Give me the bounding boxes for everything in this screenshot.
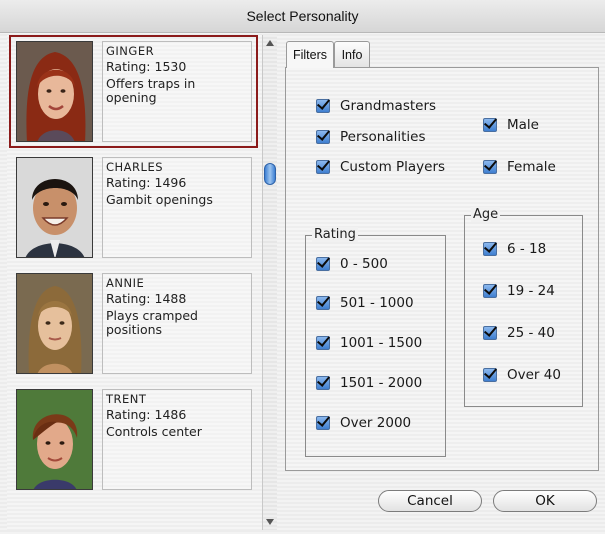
player-list: GINGER Rating: 1530 Offers traps in open… [7,35,262,530]
checkbox-checked-icon[interactable] [316,99,330,113]
player-rating: Rating: 1486 [106,407,187,422]
player-rating: Rating: 1496 [106,175,187,190]
checkbox-label: Over 40 [507,367,561,383]
player-photo [16,41,93,142]
player-description: Plays cramped positions [106,308,198,337]
filter-grandmasters[interactable]: Grandmasters [316,98,436,114]
player-card-trent[interactable]: TRENT Rating: 1486 Controls center [7,383,262,497]
checkbox-checked-icon[interactable] [316,160,330,174]
rating-group-label: Rating [312,227,358,242]
player-photo [16,157,93,258]
player-rating: Rating: 1530 [106,59,187,74]
player-card-charles[interactable]: CHARLES Rating: 1496 Gambit openings [7,151,262,265]
player-description: Controls center [106,424,202,439]
tab-info-label: Info [341,47,363,62]
checkbox-label: Female [507,159,556,175]
player-photo [16,389,93,490]
rating-groupbox: Rating 0 - 500 501 - 1000 1001 - 1500 15… [305,227,446,457]
filter-rating-1001-1500[interactable]: 1001 - 1500 [316,335,422,351]
tab-filters-label: Filters [292,48,328,62]
checkbox-checked-icon[interactable] [316,376,330,390]
checkbox-checked-icon[interactable] [316,336,330,350]
player-description: Offers traps in opening [106,76,196,105]
checkbox-label: 501 - 1000 [340,295,414,311]
player-info: CHARLES Rating: 1496 Gambit openings [102,157,252,258]
player-name: GINGER [106,44,155,58]
window-titlebar[interactable]: Select Personality [0,0,605,33]
age-groupbox: Age 6 - 18 19 - 24 25 - 40 Over 40 [464,207,583,407]
filter-custom-players[interactable]: Custom Players [316,159,445,175]
filter-rating-1501-2000[interactable]: 1501 - 2000 [316,375,422,391]
player-photo [16,273,93,374]
checkbox-label: 1001 - 1500 [340,335,423,351]
filter-age-25-40[interactable]: 25 - 40 [483,325,555,341]
checkbox-checked-icon[interactable] [483,242,497,256]
window-title: Select Personality [246,8,359,24]
filter-age-6-18[interactable]: 6 - 18 [483,241,546,257]
checkbox-label: Male [507,117,539,133]
scroll-thumb[interactable] [264,163,276,185]
player-list-scrollbar[interactable] [262,35,277,530]
filter-personalities[interactable]: Personalities [316,129,426,145]
age-group-label: Age [471,207,501,222]
cancel-button[interactable]: Cancel [378,490,482,512]
player-info: GINGER Rating: 1530 Offers traps in open… [102,41,252,142]
checkbox-checked-icon[interactable] [483,160,497,174]
checkbox-label: Custom Players [340,159,446,175]
scroll-up-arrow-icon[interactable] [266,40,274,46]
player-name: TRENT [106,392,147,406]
filter-age-over-40[interactable]: Over 40 [483,367,561,383]
player-name: CHARLES [106,160,164,174]
filter-male[interactable]: Male [483,117,539,133]
checkbox-label: 6 - 18 [507,241,547,257]
checkbox-checked-icon[interactable] [483,118,497,132]
player-name: ANNIE [106,276,145,290]
checkbox-checked-icon[interactable] [316,296,330,310]
player-rating: Rating: 1488 [106,291,187,306]
filter-rating-501-1000[interactable]: 501 - 1000 [316,295,414,311]
checkbox-label: Grandmasters [340,98,437,114]
checkbox-label: 1501 - 2000 [340,375,423,391]
checkbox-checked-icon[interactable] [483,368,497,382]
player-card-annie[interactable]: ANNIE Rating: 1488 Plays cramped positio… [7,267,262,381]
checkbox-checked-icon[interactable] [316,416,330,430]
player-info: TRENT Rating: 1486 Controls center [102,389,252,490]
tab-filters[interactable]: Filters [286,41,334,68]
filter-age-19-24[interactable]: 19 - 24 [483,283,555,299]
checkbox-label: 19 - 24 [507,283,555,299]
player-info: ANNIE Rating: 1488 Plays cramped positio… [102,273,252,374]
checkbox-checked-icon[interactable] [316,257,330,271]
player-description: Gambit openings [106,192,213,207]
checkbox-label: 25 - 40 [507,325,555,341]
filter-female[interactable]: Female [483,159,556,175]
scroll-down-arrow-icon[interactable] [266,519,274,525]
checkbox-label: Personalities [340,129,426,145]
filters-panel: Grandmasters Personalities Custom Player… [285,67,599,471]
ok-button[interactable]: OK [493,490,597,512]
checkbox-label: 0 - 500 [340,256,388,272]
tab-info[interactable]: Info [334,41,370,67]
filter-rating-0-500[interactable]: 0 - 500 [316,256,388,272]
checkbox-label: Over 2000 [340,415,412,431]
checkbox-checked-icon[interactable] [483,284,497,298]
checkbox-checked-icon[interactable] [483,326,497,340]
player-card-ginger[interactable]: GINGER Rating: 1530 Offers traps in open… [7,35,262,149]
filter-rating-over-2000[interactable]: Over 2000 [316,415,411,431]
checkbox-checked-icon[interactable] [316,130,330,144]
